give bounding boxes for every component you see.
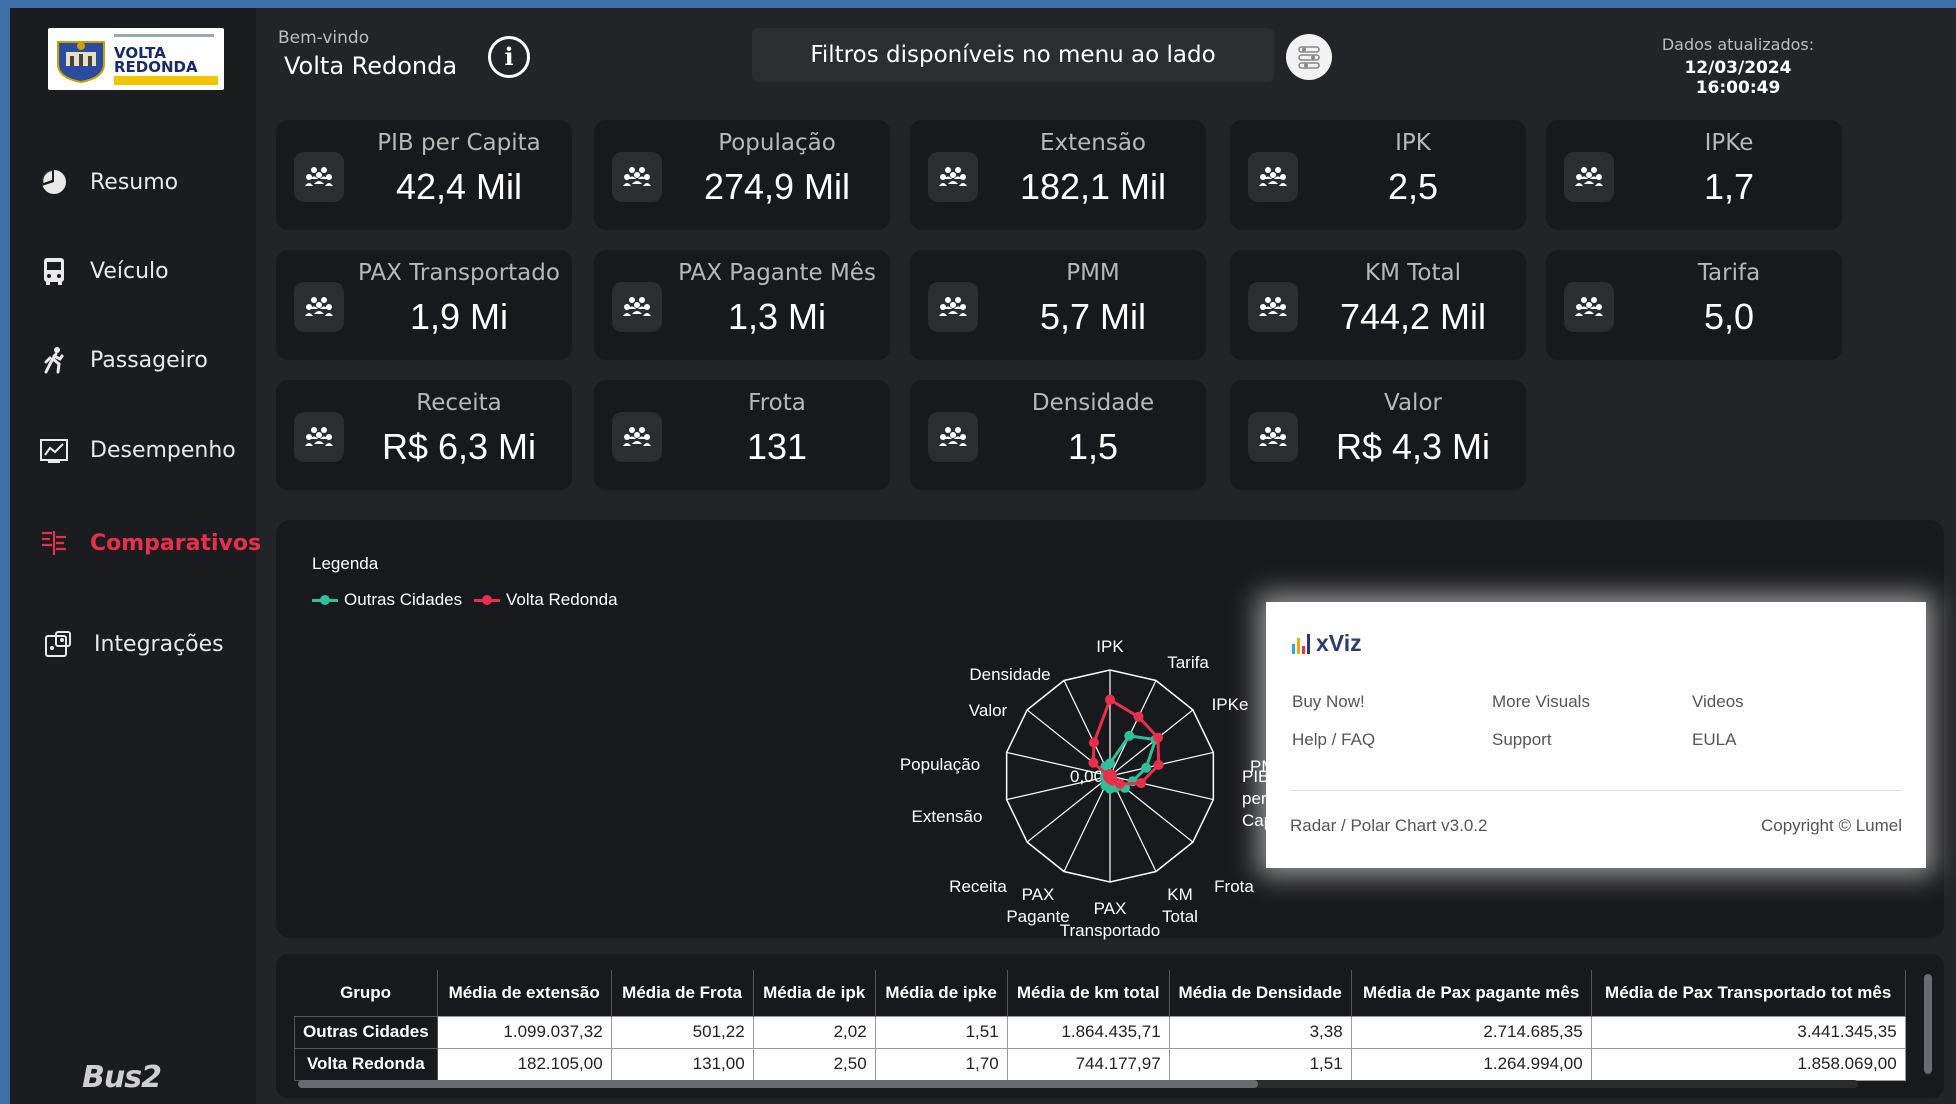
radar-axis-label: Frota xyxy=(1214,877,1254,896)
table-cell: 2,50 xyxy=(752,1047,876,1081)
table-cell: 2.714.685,35 xyxy=(1350,1015,1592,1049)
table-header-cell[interactable]: Média de Densidade xyxy=(1169,970,1352,1016)
table-header-cell[interactable]: Média de Frota xyxy=(611,970,754,1016)
table-cell: 744.177,97 xyxy=(1006,1047,1170,1081)
table-header-cell[interactable]: Grupo xyxy=(294,970,438,1016)
radar-center-point xyxy=(1103,769,1117,783)
radar-point xyxy=(1088,737,1099,748)
table-cell: 131,00 xyxy=(610,1047,754,1081)
xviz-logo: xViz xyxy=(1292,630,1362,657)
xviz-brand: xViz xyxy=(1316,630,1362,656)
radar-axis-label: KM xyxy=(1167,885,1193,904)
radar-axis-label: Total xyxy=(1162,907,1198,926)
xviz-eula-link[interactable]: EULA xyxy=(1692,730,1736,750)
radar-axis-label: Receita xyxy=(949,877,1007,896)
radar-axis-label: Pagante xyxy=(1006,907,1069,926)
table-header-cell[interactable]: Média de km total xyxy=(1007,970,1170,1016)
xviz-copyright: Copyright © Lumel xyxy=(1760,816,1902,835)
table-cell: 1,51 xyxy=(874,1015,1008,1049)
table-header-cell[interactable]: Média de extensão xyxy=(437,970,612,1016)
radar-point xyxy=(1088,757,1099,768)
table-header-cell[interactable]: Média de ipke xyxy=(875,970,1008,1016)
xviz-bars-icon xyxy=(1292,633,1312,654)
radar-point xyxy=(1124,730,1135,741)
radar-axis-label: Valor xyxy=(969,701,1008,720)
radar-axis-label: Densidade xyxy=(969,665,1050,684)
xviz-help-link[interactable]: Help / FAQ xyxy=(1292,730,1375,750)
xviz-videos-link[interactable]: Videos xyxy=(1692,692,1744,712)
radar-point xyxy=(1105,694,1115,705)
horizontal-scrollbar[interactable] xyxy=(298,1080,1858,1088)
xviz-support-link[interactable]: Support xyxy=(1492,730,1552,750)
radar-axis-label: PAX xyxy=(1094,899,1127,918)
table-header-cell[interactable]: Média de ipk xyxy=(753,970,876,1016)
app-frame: VOLTA REDONDA Resumo Veículo Passageiro … xyxy=(10,8,1956,1104)
table-cell: 3,38 xyxy=(1168,1015,1352,1049)
radar-axis-label: per xyxy=(1242,789,1267,808)
table-cell: 1.264.994,00 xyxy=(1350,1047,1592,1081)
radar-spoke xyxy=(1063,680,1111,777)
radar-point xyxy=(1133,711,1144,722)
table-cell: 2,02 xyxy=(752,1015,876,1049)
radar-axis-label: IPK xyxy=(1096,637,1124,656)
radar-spoke xyxy=(1063,775,1111,872)
table-cell: Outras Cidades xyxy=(294,1015,438,1049)
table-header-row: Grupo Média de extensão Média de Frota Médi… xyxy=(294,970,1906,1016)
xviz-popup: xViz Buy Now! More Visuals Videos Help /… xyxy=(1266,602,1926,868)
radar-axis-label: Tarifa xyxy=(1167,653,1209,672)
vertical-scrollbar[interactable] xyxy=(1924,974,1932,1074)
table-cell: 1.864.435,71 xyxy=(1006,1015,1170,1049)
radar-point xyxy=(1136,778,1147,789)
comparison-table: Grupo Média de extensão Média de Frota Médi… xyxy=(294,970,1906,1081)
table-cell: 1.099.037,32 xyxy=(436,1015,612,1049)
table-header-cell[interactable]: Média de Pax Transportado tot mês xyxy=(1591,970,1906,1016)
table-header-cell[interactable]: Média de Pax pagante mês xyxy=(1351,970,1592,1016)
radar-point xyxy=(1153,732,1164,743)
table-cell: 1.858.069,00 xyxy=(1590,1047,1906,1081)
radar-axis-label: Transportado xyxy=(1060,921,1160,940)
table-row: Volta Redonda 182.105,00 131,00 2,50 1,70 744… xyxy=(294,1047,1906,1081)
table-row: Outras Cidades 1.099.037,32 501,22 2,02 1,51… xyxy=(294,1015,1906,1049)
radar-axis-label: PAX xyxy=(1022,885,1055,904)
table-cell: 501,22 xyxy=(610,1015,754,1049)
comparison-table-panel: Grupo Média de extensão Média de Frota Médi… xyxy=(276,954,1944,1098)
radar-point xyxy=(1141,762,1152,773)
radar-chart: 0,00IPKTarifaIPKePMMPIBperCapitaFrotaKMT… xyxy=(900,637,1292,940)
table-cell: 182.105,00 xyxy=(436,1047,612,1081)
table-cell: 1,70 xyxy=(874,1047,1008,1081)
radar-center-label: 0,00 xyxy=(1070,767,1103,786)
table-cell: 1,51 xyxy=(1168,1047,1352,1081)
radar-axis-label: IPKe xyxy=(1212,695,1249,714)
radar-axis-label: População xyxy=(900,755,980,774)
table-cell: Volta Redonda xyxy=(294,1047,438,1081)
scrollbar-thumb[interactable] xyxy=(298,1080,1258,1088)
xviz-version: Radar / Polar Chart v3.0.2 xyxy=(1290,816,1488,835)
radar-point xyxy=(1153,759,1164,770)
xviz-more-visuals-link[interactable]: More Visuals xyxy=(1492,692,1590,712)
xviz-divider xyxy=(1290,790,1902,791)
xviz-buy-link[interactable]: Buy Now! xyxy=(1292,692,1365,712)
table-cell: 3.441.345,35 xyxy=(1590,1015,1906,1049)
radar-axis-label: Extensão xyxy=(912,807,983,826)
